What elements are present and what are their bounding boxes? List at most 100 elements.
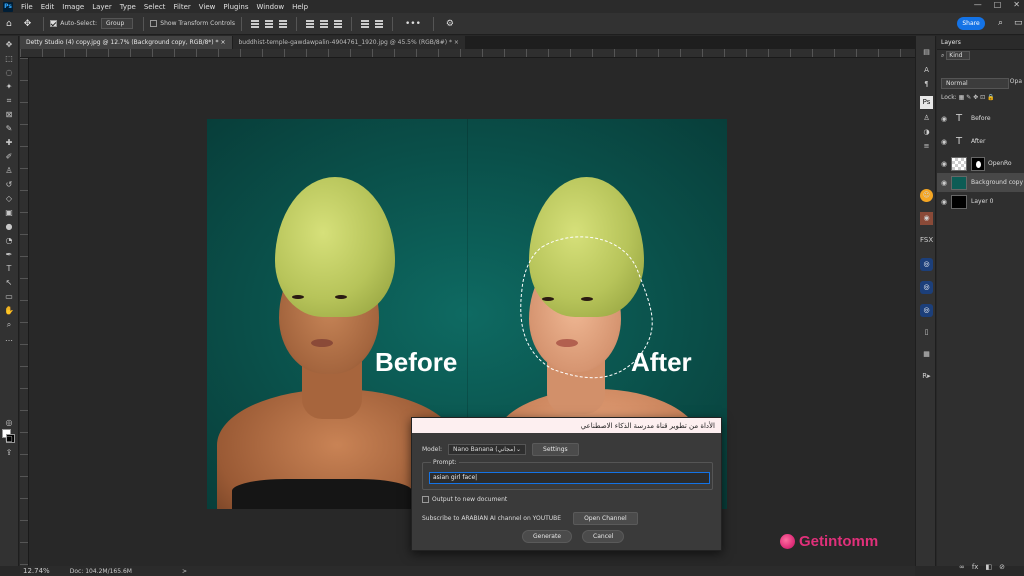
move-tool-icon[interactable]: ✥ [3, 40, 15, 50]
align-center-icon[interactable] [264, 19, 273, 28]
layer-row-before[interactable]: ◉ T Before [937, 109, 1024, 128]
quick-mask-icon[interactable]: ◎ [3, 418, 15, 428]
home-icon[interactable]: ⌂ [6, 19, 12, 29]
frame-tool-icon[interactable]: ⊠ [3, 110, 15, 120]
more-tools-icon[interactable]: … [3, 334, 15, 344]
fx-button[interactable]: fx [972, 563, 979, 576]
align-top-icon[interactable] [305, 19, 314, 28]
marquee-tool-icon[interactable]: ⬚ [3, 54, 15, 64]
maximize-button[interactable]: □ [994, 0, 1002, 9]
kind-filter-dropdown[interactable]: Kind [946, 51, 970, 60]
layer-row-background-copy[interactable]: ◉ Background copy [937, 173, 1024, 192]
horizontal-ruler[interactable] [20, 49, 915, 58]
visibility-eye-icon[interactable]: ◉ [937, 138, 951, 146]
menu-image[interactable]: Image [58, 3, 88, 11]
open-channel-button[interactable]: Open Channel [573, 512, 638, 525]
layer-row-layer-0[interactable]: ◉ Layer 0 [937, 192, 1024, 211]
menu-plugins[interactable]: Plugins [219, 3, 252, 11]
rectangle-tool-icon[interactable]: ▭ [3, 292, 15, 302]
menu-select[interactable]: Select [140, 3, 170, 11]
menu-layer[interactable]: Layer [88, 3, 116, 11]
visibility-eye-icon[interactable]: ◉ [937, 198, 951, 206]
visibility-eye-icon[interactable]: ◉ [937, 160, 951, 168]
plugin-emoji-icon[interactable]: ☺ [920, 189, 933, 202]
close-button[interactable]: ✕ [1013, 0, 1020, 9]
menu-window[interactable]: Window [252, 3, 288, 11]
type-tool-icon[interactable]: T [3, 264, 15, 274]
model-dropdown[interactable]: Nano Banana (مجاني) ⌄ [448, 444, 527, 455]
menu-filter[interactable]: Filter [169, 3, 194, 11]
eraser-tool-icon[interactable]: ◇ [3, 194, 15, 204]
output-new-doc-checkbox[interactable] [422, 496, 429, 503]
layer-row-after[interactable]: ◉ T After [937, 132, 1024, 151]
crop-tool-icon[interactable]: ⌗ [3, 96, 15, 106]
tab-buddhist-temple[interactable]: buddhist-temple-gawdawpalin-4904761_1920… [232, 36, 465, 49]
tab-detty-studio[interactable]: Detty Studio (4) copy.jpg @ 12.7% (Backg… [20, 36, 232, 49]
hand-tool-icon[interactable]: ✋ [3, 306, 15, 316]
menu-view[interactable]: View [195, 3, 220, 11]
auto-select-checkbox[interactable] [50, 20, 58, 27]
plugin-portrait-icon[interactable]: ◉ [920, 212, 933, 225]
show-transform-checkbox[interactable] [150, 20, 158, 27]
pen-tool-icon[interactable]: ✒ [3, 250, 15, 260]
adjustment-layer-icon[interactable]: ⊘ [999, 563, 1005, 576]
plugin-r-icon[interactable]: R▸ [920, 370, 933, 383]
settings-button[interactable]: Settings [532, 443, 579, 456]
gradient-tool-icon[interactable]: ▣ [3, 208, 15, 218]
stamp-tool-icon[interactable]: ♙ [3, 166, 15, 176]
eyedropper-icon[interactable]: ✎ [3, 124, 15, 134]
align-left-icon[interactable] [250, 19, 259, 28]
minimize-button[interactable]: — [974, 0, 982, 9]
plugin-device-icon[interactable]: ▯ [920, 326, 933, 339]
plugin-ps-icon[interactable]: Ps [920, 96, 933, 109]
paragraph-icon[interactable]: ¶ [920, 78, 933, 91]
cancel-button[interactable]: Cancel [582, 530, 625, 543]
plugin-a-icon-3[interactable]: ◎ [920, 304, 933, 317]
layer-row-openro[interactable]: ◉ OpenRo [937, 154, 1024, 173]
distribute-vertical-icon[interactable] [374, 19, 383, 28]
plugin-grid-icon[interactable]: ▦ [920, 348, 933, 361]
brush-tool-icon[interactable]: ✐ [3, 152, 15, 162]
status-arrow[interactable]: > [182, 568, 187, 575]
more-options-button[interactable]: ••• [405, 19, 421, 29]
prompt-input[interactable]: asian girl face| [429, 472, 710, 484]
gear-icon[interactable]: ⚙ [446, 19, 454, 29]
dodge-tool-icon[interactable]: ◔ [3, 236, 15, 246]
move-tool-icon[interactable]: ✥ [24, 19, 32, 29]
lasso-tool-icon[interactable]: ◌ [3, 68, 15, 78]
vertical-ruler[interactable] [20, 58, 29, 566]
menu-file[interactable]: File [17, 3, 37, 11]
properties-icon[interactable]: ≡ [920, 140, 933, 153]
visibility-eye-icon[interactable]: ◉ [937, 115, 951, 123]
layers-panel-title[interactable]: Layers [937, 36, 1024, 50]
history-brush-icon[interactable]: ↺ [3, 180, 15, 190]
auto-select-dropdown[interactable]: Group [101, 18, 134, 29]
align-right-icon[interactable] [278, 19, 287, 28]
character-icon[interactable]: A [920, 64, 933, 77]
link-layers-icon[interactable]: ∞ [959, 563, 965, 576]
add-mask-icon[interactable]: ◧ [985, 563, 992, 576]
menu-help[interactable]: Help [288, 3, 312, 11]
align-bottom-icon[interactable] [333, 19, 342, 28]
magic-wand-icon[interactable]: ✦ [3, 82, 15, 92]
align-middle-icon[interactable] [319, 19, 328, 28]
share-button[interactable]: Share [957, 17, 985, 30]
generate-button[interactable]: Generate [522, 530, 573, 543]
brush-settings-icon[interactable]: ♙ [920, 112, 933, 125]
distribute-icon[interactable] [360, 19, 369, 28]
zoom-level[interactable]: 12.74% [23, 567, 50, 575]
plugin-a-icon-2[interactable]: ◎ [920, 281, 933, 294]
search-icon[interactable]: ⌕ [998, 18, 1003, 28]
zoom-tool-icon[interactable]: ⌕ [3, 320, 15, 330]
adjustments-icon[interactable]: ◑ [920, 126, 933, 139]
plugin-fsx-icon[interactable]: FSX [920, 234, 933, 247]
workspace-icon[interactable]: ▭ [1014, 18, 1023, 28]
history-icon[interactable]: ▤ [920, 46, 933, 59]
menu-edit[interactable]: Edit [37, 3, 59, 11]
blur-tool-icon[interactable]: ● [3, 222, 15, 232]
menu-type[interactable]: Type [116, 3, 140, 11]
visibility-eye-icon[interactable]: ◉ [937, 179, 951, 187]
healing-brush-icon[interactable]: ✚ [3, 138, 15, 148]
plugin-a-icon-1[interactable]: ◎ [920, 258, 933, 271]
path-selection-icon[interactable]: ↖ [3, 278, 15, 288]
